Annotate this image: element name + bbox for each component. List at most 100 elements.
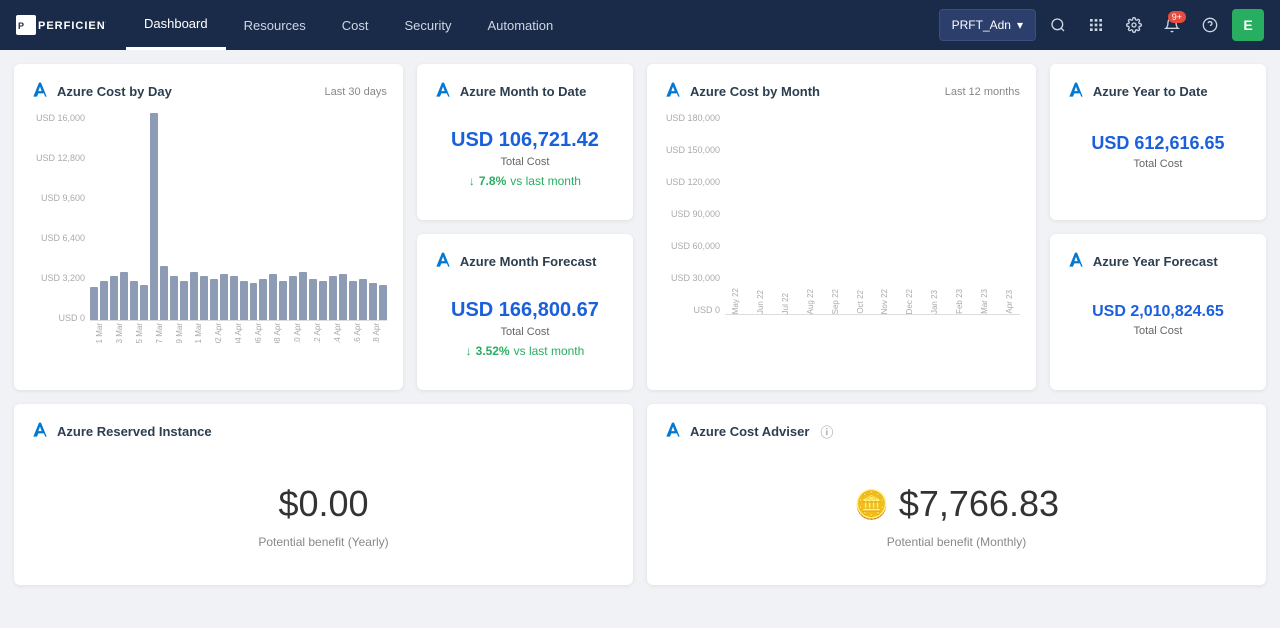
bar: [240, 281, 248, 320]
ca-body: 🪙 $7,766.83 Potential benefit (Monthly): [663, 453, 1250, 569]
bar: [110, 276, 118, 320]
bar: [210, 279, 218, 320]
info-icon[interactable]: ⓘ: [820, 422, 833, 441]
month-bar-wrap: Oct 22: [849, 288, 871, 314]
azure-icon: [1066, 80, 1086, 103]
nav-dashboard[interactable]: Dashboard: [126, 0, 226, 50]
bar: [319, 281, 327, 320]
card-cost-by-day: Azure Cost by Day Last 30 days USD 16,00…: [14, 64, 403, 390]
azure-icon: [30, 420, 50, 443]
mid-stack: Azure Month to Date USD 106,721.42 Total…: [417, 64, 633, 390]
card-cost-adviser: Azure Cost Adviser ⓘ 🪙 $7,766.83 Potenti…: [647, 404, 1266, 585]
card-year-forecast: Azure Year Forecast USD 2,010,824.65 Tot…: [1050, 234, 1266, 390]
month-bar-wrap: Jan 23: [924, 288, 946, 314]
azure-icon: [1066, 250, 1086, 273]
ytd-body: USD 612,616.65 Total Cost: [1066, 113, 1250, 190]
down-arrow-forecast-icon: ↓: [466, 344, 472, 358]
x-axis: 21 Mar23 Mar25 Mar27 Mar29 Mar31 Mar02 A…: [90, 323, 387, 343]
month-bar-wrap: Apr 23: [998, 288, 1020, 314]
card-header: Azure Cost by Day Last 30 days: [30, 80, 387, 103]
azure-icon: [433, 250, 453, 273]
card-title: Azure Reserved Instance: [57, 424, 212, 439]
yf-label: Total Cost: [1074, 325, 1242, 337]
bar: [359, 279, 367, 320]
bar: [180, 281, 188, 320]
notifications-button[interactable]: 9+: [1156, 9, 1188, 41]
azure-icon: [663, 80, 683, 103]
nav-automation[interactable]: Automation: [469, 0, 571, 50]
month-chart-container: USD 180,000USD 150,000USD 120,000USD 90,…: [663, 113, 1020, 343]
bar: [200, 276, 208, 320]
month-bar-wrap: Dec 22: [899, 287, 921, 314]
nav-security[interactable]: Security: [386, 0, 469, 50]
month-bar-wrap: May 22: [725, 286, 747, 314]
card-title: Azure Month to Date: [460, 84, 586, 99]
card-header-adviser: Azure Cost Adviser ⓘ: [663, 420, 1250, 443]
bar: [160, 266, 168, 320]
card-header: Azure Month to Date: [433, 80, 617, 103]
mtd-body: USD 106,721.42 Total Cost ↓ 7.8% vs last…: [433, 113, 617, 204]
mtd-label: Total Cost: [441, 156, 609, 168]
nav-resources[interactable]: Resources: [226, 0, 324, 50]
ca-label: Potential benefit (Monthly): [663, 535, 1250, 549]
bar: [339, 274, 347, 320]
mf-change: ↓ 3.52% vs last month: [441, 344, 609, 358]
month-bar-wrap: Jun 22: [750, 288, 772, 314]
ytd-amount: USD 612,616.65: [1074, 133, 1242, 154]
ytd-label: Total Cost: [1074, 158, 1242, 170]
settings-button[interactable]: [1118, 9, 1150, 41]
bars-area: [90, 113, 387, 321]
user-avatar[interactable]: E: [1232, 9, 1264, 41]
yf-body: USD 2,010,824.65 Total Cost: [1066, 283, 1250, 357]
card-reserved-instance: Azure Reserved Instance $0.00 Potential …: [14, 404, 633, 585]
y-axis-month: USD 180,000USD 150,000USD 120,000USD 90,…: [663, 113, 723, 315]
azure-icon-adviser: [663, 420, 683, 443]
notification-badge: 9+: [1168, 11, 1186, 23]
bar: [190, 272, 198, 320]
bar: [279, 281, 287, 320]
y-axis: USD 16,000USD 12,800USD 9,600USD 6,400US…: [30, 113, 88, 323]
month-bar-wrap: Feb 23: [948, 287, 970, 314]
nav-right: PRFT_Adn ▾ 9+ E: [939, 9, 1264, 41]
help-button[interactable]: [1194, 9, 1226, 41]
nav-cost[interactable]: Cost: [324, 0, 387, 50]
card-title: Azure Year to Date: [1093, 84, 1208, 99]
ca-amount-row: 🪙 $7,766.83: [663, 483, 1250, 525]
bar: [140, 285, 148, 320]
azure-icon: [433, 80, 453, 103]
card-title: Azure Cost by Month: [690, 84, 820, 99]
month-bar-wrap: Nov 22: [874, 287, 896, 314]
bar: [130, 281, 138, 320]
nav-links: Dashboard Resources Cost Security Automa…: [126, 0, 939, 50]
mtd-change: ↓ 7.8% vs last month: [441, 174, 609, 188]
apps-button[interactable]: [1080, 9, 1112, 41]
ca-amount: $7,766.83: [899, 483, 1059, 525]
search-button[interactable]: [1042, 9, 1074, 41]
month-bar-wrap: Mar 23: [973, 287, 995, 314]
bar: [259, 279, 267, 320]
yf-amount: USD 2,010,824.65: [1074, 303, 1242, 321]
card-month-forecast: Azure Month Forecast USD 166,800.67 Tota…: [417, 234, 633, 390]
bar: [220, 274, 228, 320]
bar: [379, 285, 387, 320]
coin-stack-icon: 🪙: [854, 488, 889, 521]
card-subtitle: Last 12 months: [945, 86, 1020, 98]
bar: [250, 283, 258, 320]
bar: [299, 272, 307, 320]
card-cost-by-month: Azure Cost by Month Last 12 months USD 1…: [647, 64, 1036, 390]
tenant-dropdown[interactable]: PRFT_Adn ▾: [939, 9, 1036, 41]
card-header: Azure Cost by Month Last 12 months: [663, 80, 1020, 103]
card-header: Azure Year to Date: [1066, 80, 1250, 103]
ri-body: $0.00 Potential benefit (Yearly): [30, 453, 617, 569]
bar: [269, 274, 277, 320]
card-month-to-date: Azure Month to Date USD 106,721.42 Total…: [417, 64, 633, 220]
card-subtitle: Last 30 days: [325, 86, 387, 98]
mf-body: USD 166,800.67 Total Cost ↓ 3.52% vs las…: [433, 283, 617, 374]
bar: [309, 279, 317, 320]
card-header: Azure Reserved Instance: [30, 420, 617, 443]
mtd-amount: USD 106,721.42: [441, 129, 609, 152]
card-title: Azure Month Forecast: [460, 254, 597, 269]
bar: [369, 283, 377, 320]
right-stack: Azure Year to Date USD 612,616.65 Total …: [1050, 64, 1266, 390]
down-arrow-icon: ↓: [469, 174, 475, 188]
